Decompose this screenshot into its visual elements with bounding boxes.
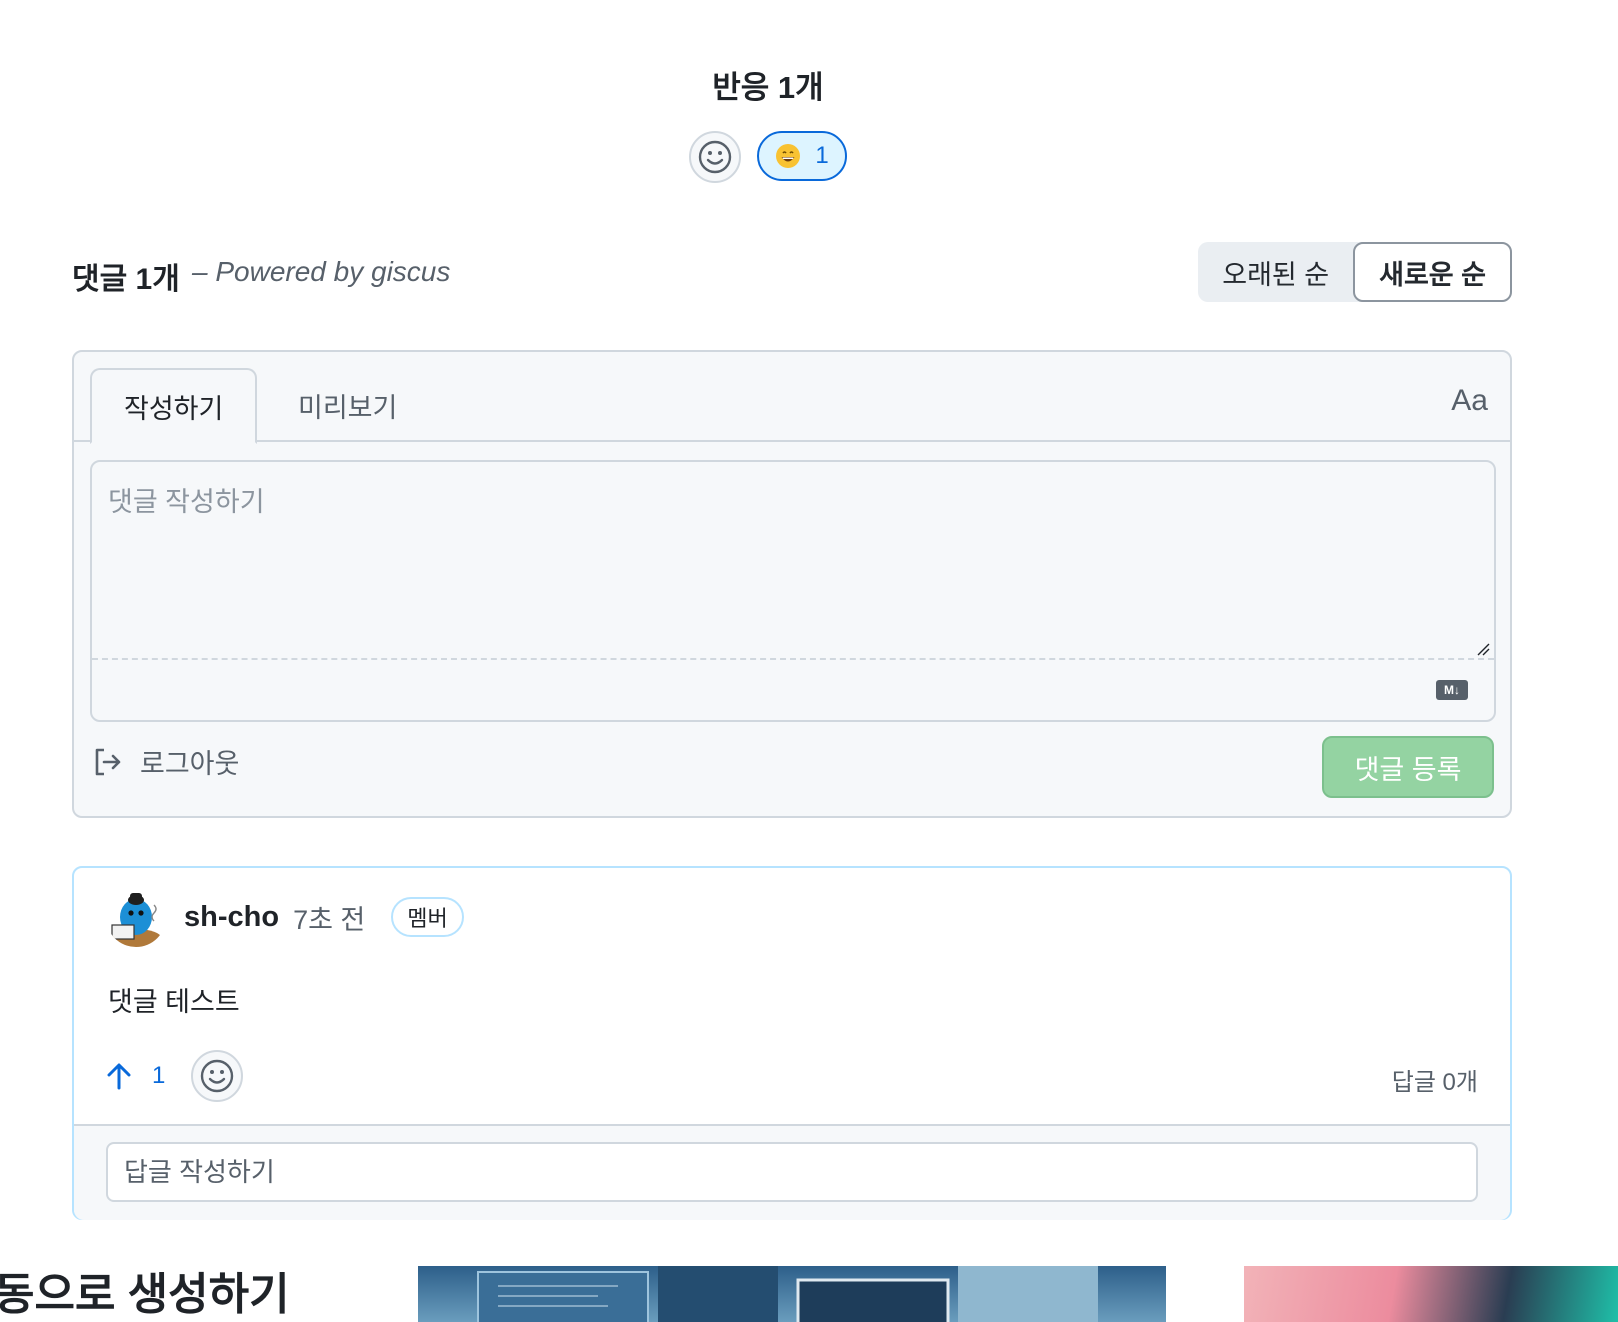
resize-handle-icon[interactable] <box>1476 642 1490 656</box>
reactions-title: 반응 1개 <box>712 70 824 105</box>
reply-count: 답글 0개 <box>1391 1069 1478 1096</box>
thumbnail-image <box>477 1266 1098 1322</box>
smiley-icon <box>201 1059 234 1093</box>
comment-timestamp[interactable]: 7초 전 <box>293 898 365 937</box>
grinning-face-icon <box>776 144 801 168</box>
upvote-button[interactable]: 1 <box>106 1062 165 1090</box>
comment-author[interactable]: sh-cho <box>184 901 279 934</box>
textarea-wrapper: M↓ <box>90 460 1496 722</box>
avatar[interactable] <box>106 887 166 947</box>
reaction-grinning-button[interactable]: 1 <box>757 131 847 181</box>
composer-tabs: 작성하기 미리보기 Aa <box>74 352 1510 444</box>
comment-body: 댓글 테스트 <box>108 987 240 1017</box>
comment-card: sh-cho 7초 전 멤버 댓글 테스트 1 답글 0개 <box>72 866 1512 1220</box>
member-badge: 멤버 <box>391 897 464 937</box>
comment-composer: 작성하기 미리보기 Aa M↓ 로그아웃 댓글 등록 <box>72 350 1512 818</box>
sort-newest-button[interactable]: 새로운 순 <box>1353 242 1512 302</box>
comments-header: 댓글 1개 – Powered by giscus 오래된 순 새로운 순 <box>72 242 1512 304</box>
related-post-thumbnail-2[interactable] <box>1244 1266 1618 1322</box>
reaction-count: 1 <box>815 142 829 169</box>
arrow-up-icon <box>107 1063 131 1090</box>
comment-count: 댓글 1개 <box>72 263 180 296</box>
sort-oldest-button[interactable]: 오래된 순 <box>1198 242 1353 302</box>
logout-button[interactable]: 로그아웃 <box>94 742 239 781</box>
powered-by-link[interactable]: – Powered by giscus <box>192 256 450 288</box>
tab-preview[interactable]: 미리보기 <box>266 368 429 442</box>
related-post-title[interactable]: 동으로 생성하기 <box>0 1258 290 1322</box>
markdown-icon[interactable]: M↓ <box>1436 680 1468 700</box>
add-reaction-button[interactable] <box>689 131 742 183</box>
related-post-thumbnail[interactable] <box>418 1266 1166 1322</box>
smiley-icon <box>699 140 732 174</box>
reply-area <box>74 1124 1510 1220</box>
comment-add-reaction-button[interactable] <box>191 1050 244 1102</box>
sort-toggle: 오래된 순 새로운 순 <box>1198 242 1512 302</box>
submit-comment-button[interactable]: 댓글 등록 <box>1322 736 1494 798</box>
avatar-image <box>106 887 166 947</box>
reaction-row: 1 <box>0 131 1536 183</box>
font-toggle-button[interactable]: Aa <box>1451 384 1488 418</box>
reply-input[interactable] <box>106 1142 1478 1202</box>
tab-write[interactable]: 작성하기 <box>90 368 258 444</box>
logout-label: 로그아웃 <box>140 749 240 779</box>
reactions-section: 반응 1개 1 <box>0 62 1536 183</box>
sign-out-icon <box>95 748 121 775</box>
comment-header: sh-cho 7초 전 멤버 <box>106 886 464 948</box>
comment-textarea[interactable] <box>92 462 1494 660</box>
upvote-count: 1 <box>152 1062 166 1089</box>
comment-actions: 1 <box>106 1050 244 1102</box>
